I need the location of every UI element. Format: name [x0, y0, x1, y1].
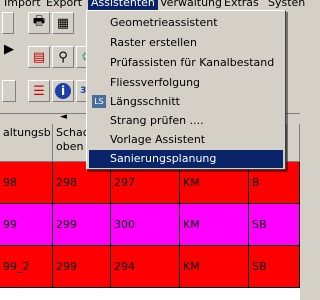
table-cell[interactable]: 98: [0, 162, 53, 204]
table-cell[interactable]: SB: [249, 246, 300, 288]
scroll-left-icon[interactable]: ◄: [60, 112, 67, 122]
menu-import[interactable]: Import: [4, 0, 41, 10]
table-cell[interactable]: 299: [53, 246, 111, 288]
table-cell[interactable]: 294: [111, 246, 180, 288]
table-cell[interactable]: KM: [180, 246, 249, 288]
menu-item-vorlage-assistent[interactable]: Vorlage Assistent: [89, 131, 283, 149]
menu-item-pruefassistent[interactable]: Prüfassisten für Kanalbestand: [89, 54, 283, 72]
table-cell[interactable]: 99_2: [0, 246, 53, 288]
print-icon[interactable]: 🖶: [28, 12, 50, 34]
menu-assistenten[interactable]: Assistenten: [88, 0, 158, 10]
table-row[interactable]: 99 299 300 KM SB: [0, 204, 300, 246]
table-cell[interactable]: SB: [249, 204, 300, 246]
table-cell[interactable]: KM: [180, 204, 249, 246]
document-edit-icon[interactable]: ▤: [28, 46, 50, 68]
grid-view-icon[interactable]: ▦: [52, 12, 74, 34]
info-icon[interactable]: i: [52, 80, 74, 102]
menu-item-label: Längsschnitt: [110, 95, 180, 108]
menu-item-laengsschnitt[interactable]: LS Längsschnitt: [89, 93, 283, 111]
column-header-2[interactable]: Schach oben: [53, 124, 87, 162]
column-header-1[interactable]: altungsb...: [0, 124, 53, 162]
menu-item-strang-pruefen[interactable]: Strang prüfen ....: [89, 112, 283, 130]
menu-extras[interactable]: Extras: [224, 0, 259, 10]
table-cell[interactable]: 299: [53, 204, 111, 246]
menu-verwaltung[interactable]: Verwaltung: [160, 0, 222, 10]
laengsschnitt-icon: LS: [92, 95, 106, 108]
list-icon[interactable]: ☰: [28, 80, 50, 102]
assistenten-dropdown-menu: Geometrieassistent Raster erstellen Prüf…: [86, 10, 286, 170]
menu-export[interactable]: Export: [46, 0, 82, 10]
arrow-icon[interactable]: ▶: [2, 38, 16, 60]
side-button[interactable]: [2, 80, 16, 102]
binoculars-icon[interactable]: ⚲: [52, 46, 74, 68]
menu-item-geometrieassistent[interactable]: Geometrieassistent: [89, 14, 283, 32]
menu-system[interactable]: Systen: [268, 0, 305, 10]
column-header-4[interactable]: [287, 124, 300, 162]
table-cell[interactable]: 99: [0, 204, 53, 246]
table-row[interactable]: 99_2 299 294 KM SB: [0, 246, 300, 288]
menu-item-fliessverfolgung[interactable]: Fliessverfolgung: [89, 74, 283, 92]
menu-item-raster-erstellen[interactable]: Raster erstellen: [89, 34, 283, 52]
table-cell[interactable]: 300: [111, 204, 180, 246]
menu-item-sanierungsplanung[interactable]: Sanierungsplanung: [89, 150, 283, 168]
toolbar-button-left[interactable]: [2, 12, 14, 34]
